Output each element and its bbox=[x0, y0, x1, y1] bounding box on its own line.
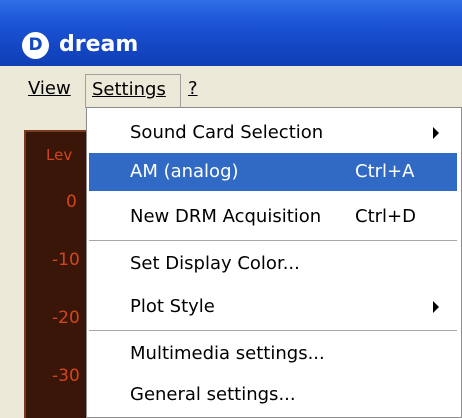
menu-item-new-drm-acquisition[interactable]: New DRM Acquisition Ctrl+D bbox=[89, 198, 457, 236]
meter-label-minus30: -30 bbox=[52, 366, 80, 386]
menu-item-label: General settings... bbox=[130, 384, 296, 405]
meter-label-level: Lev bbox=[46, 146, 73, 164]
app-window: D dream View Settings ? Lev 0 -10 -20 -3… bbox=[0, 0, 462, 418]
title-bar[interactable]: D dream bbox=[0, 0, 462, 66]
menu-help-label: ? bbox=[188, 78, 198, 99]
menu-item-label: AM (analog) bbox=[130, 161, 239, 182]
menu-item-am-analog[interactable]: AM (analog) Ctrl+A bbox=[89, 153, 457, 191]
menu-separator bbox=[89, 330, 457, 332]
window-title: dream bbox=[59, 32, 139, 57]
meter-label-minus10: -10 bbox=[52, 250, 80, 270]
menu-item-set-display-color[interactable]: Set Display Color... bbox=[89, 245, 457, 283]
menu-view[interactable]: View bbox=[22, 74, 84, 104]
menu-item-multimedia-settings[interactable]: Multimedia settings... bbox=[89, 335, 457, 373]
menu-separator bbox=[89, 240, 457, 242]
menu-settings[interactable]: Settings bbox=[85, 74, 181, 108]
meter-label-0: 0 bbox=[66, 192, 77, 212]
submenu-arrow-icon bbox=[433, 127, 439, 139]
menu-item-shortcut: Ctrl+A bbox=[355, 161, 415, 182]
app-icon-letter: D bbox=[28, 35, 43, 55]
menu-view-label: View bbox=[28, 78, 71, 99]
settings-dropdown-menu: Sound Card Selection AM (analog) Ctrl+A … bbox=[86, 107, 462, 418]
menu-bar: View Settings ? bbox=[0, 66, 462, 110]
menu-item-general-settings[interactable]: General settings... bbox=[89, 376, 457, 414]
menu-settings-label: Settings bbox=[92, 79, 166, 100]
menu-item-label: Multimedia settings... bbox=[130, 343, 325, 364]
menu-item-label: Set Display Color... bbox=[130, 253, 300, 274]
meter-label-minus20: -20 bbox=[52, 308, 80, 328]
menu-item-label: Sound Card Selection bbox=[130, 122, 324, 143]
menu-item-label: New DRM Acquisition bbox=[130, 206, 322, 227]
submenu-arrow-icon bbox=[433, 301, 439, 313]
menu-help[interactable]: ? bbox=[182, 74, 212, 104]
menu-item-shortcut: Ctrl+D bbox=[355, 206, 416, 227]
app-icon[interactable]: D bbox=[22, 32, 49, 59]
menu-item-plot-style[interactable]: Plot Style bbox=[89, 288, 457, 326]
menu-item-sound-card-selection[interactable]: Sound Card Selection bbox=[89, 114, 457, 152]
menu-item-label: Plot Style bbox=[130, 296, 215, 317]
